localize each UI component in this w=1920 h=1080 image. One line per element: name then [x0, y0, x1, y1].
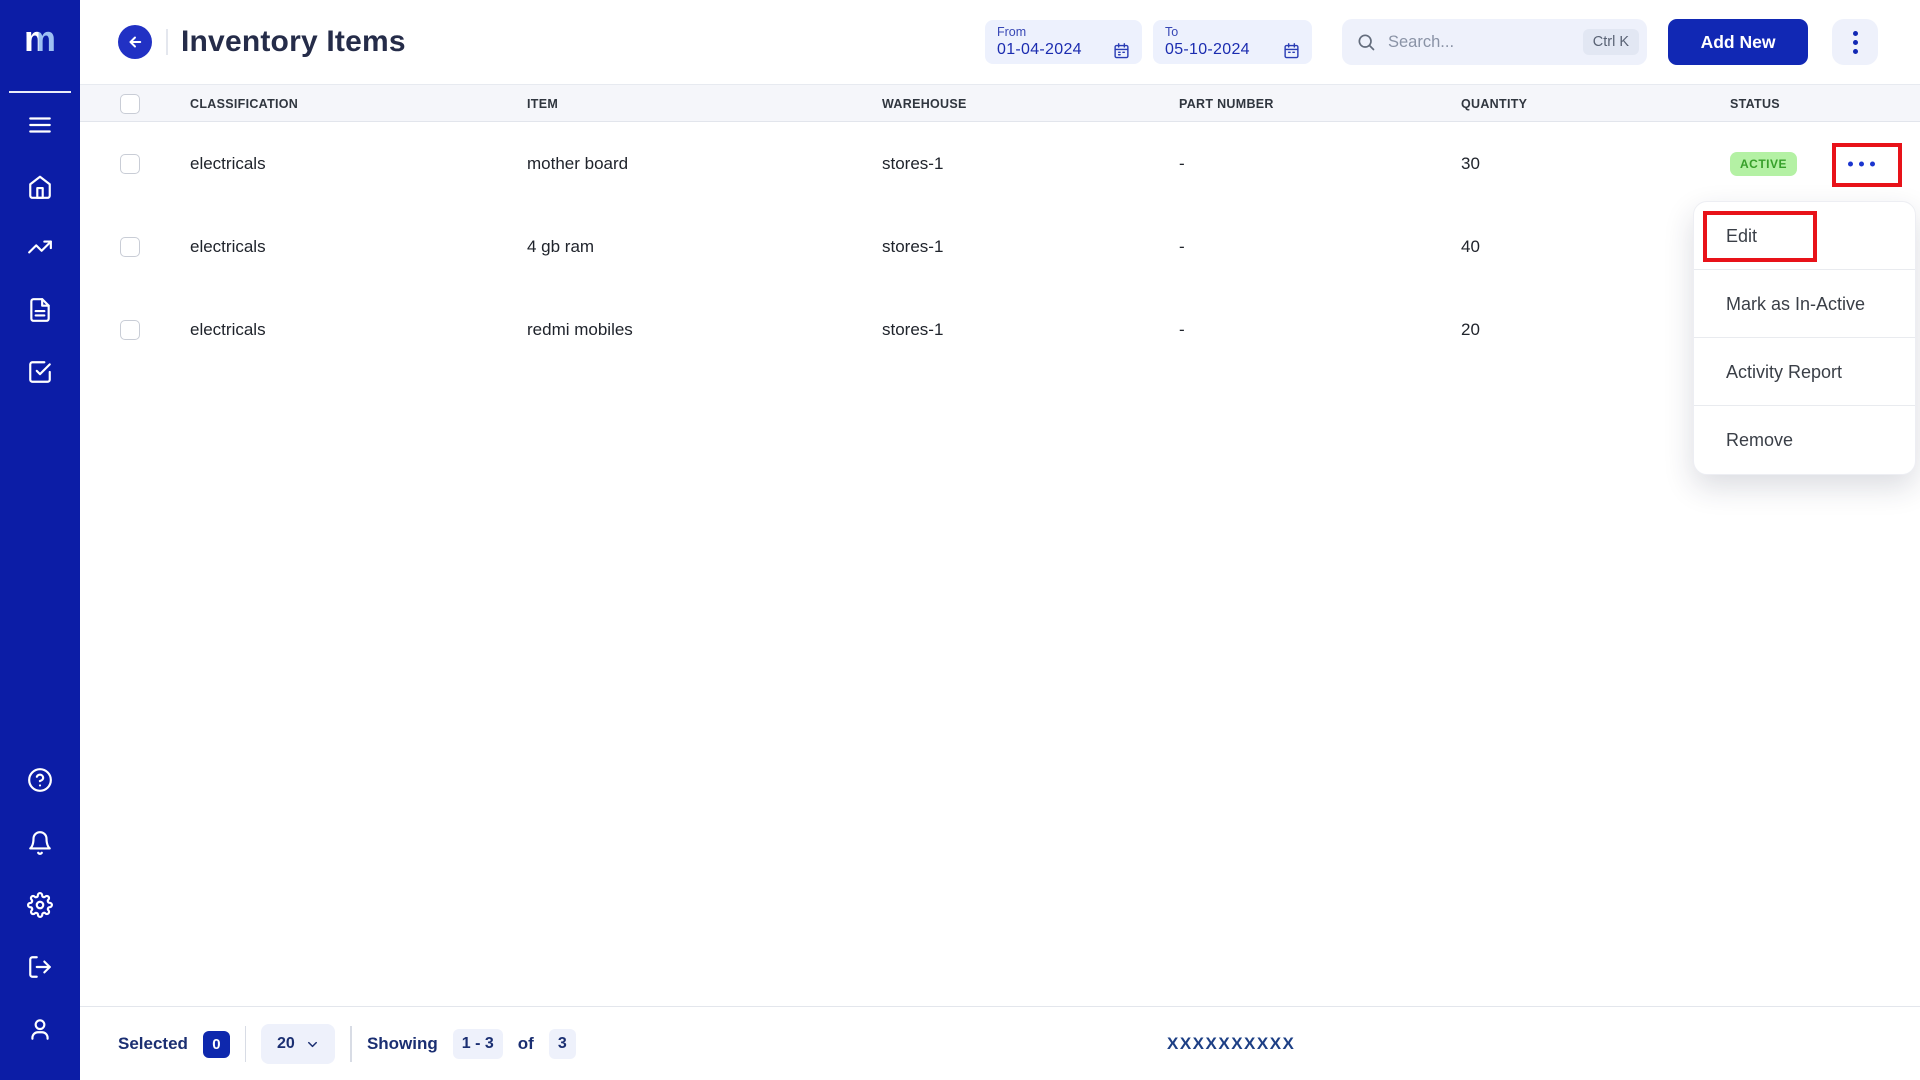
search-input[interactable] — [1386, 31, 1583, 53]
cell-part-number: - — [1179, 236, 1185, 256]
back-button[interactable] — [118, 25, 152, 59]
search-box: Ctrl K — [1342, 19, 1647, 65]
column-header-item[interactable]: ITEM — [527, 85, 558, 123]
app-logo[interactable]: m — [0, 18, 80, 60]
footer-watermark: XXXXXXXXXX — [1167, 1034, 1296, 1053]
menu-item-edit[interactable]: Edit — [1694, 202, 1915, 270]
row-actions-button[interactable] — [1840, 153, 1883, 174]
search-icon — [1358, 34, 1375, 51]
cell-classification: electricals — [190, 236, 266, 256]
help-icon[interactable] — [27, 767, 53, 793]
column-header-part-number[interactable]: PART NUMBER — [1179, 85, 1274, 123]
table-row: electricals redmi mobiles stores-1 - 20 — [80, 288, 1920, 371]
total-count-badge: 3 — [548, 1029, 576, 1059]
column-header-quantity[interactable]: QUANTITY — [1461, 85, 1527, 123]
home-icon[interactable] — [27, 174, 53, 200]
title-divider — [166, 29, 168, 55]
row-checkbox[interactable] — [120, 153, 140, 174]
calendar-icon — [1284, 42, 1299, 58]
sidebar-divider — [9, 91, 71, 93]
chevron-down-icon — [307, 1041, 317, 1047]
search-shortcut-badge: Ctrl K — [1582, 29, 1639, 55]
footer-divider — [244, 1026, 247, 1062]
sidebar: m — [0, 0, 80, 1080]
selected-label: Selected — [118, 1034, 188, 1053]
topbar: Inventory Items From 01-04-2024 To 05-10… — [80, 0, 1920, 84]
cell-item: redmi mobiles — [527, 319, 633, 339]
page-title: Inventory Items — [181, 25, 406, 58]
cell-item: mother board — [527, 153, 629, 173]
more-options-button[interactable] — [1832, 19, 1878, 65]
to-date-value: 05-10-2024 — [1165, 41, 1250, 58]
footer: Selected 0 20 Showing 1 - 3 of 3 XXXXXXX… — [80, 1006, 1920, 1080]
cell-warehouse: stores-1 — [882, 236, 944, 256]
menu-item-activity-report[interactable]: Activity Report — [1694, 338, 1915, 406]
row-context-menu: Edit Mark as In-Active Activity Report R… — [1693, 201, 1916, 475]
page-size-select[interactable]: 20 — [261, 1024, 336, 1064]
cell-part-number: - — [1179, 153, 1185, 173]
cell-quantity: 40 — [1461, 236, 1480, 256]
showing-label: Showing — [366, 1034, 438, 1053]
from-date-value: 01-04-2024 — [997, 41, 1082, 58]
row-checkbox[interactable] — [120, 236, 140, 257]
table-header: CLASSIFICATION ITEM WAREHOUSE PART NUMBE… — [80, 84, 1920, 122]
column-header-classification[interactable]: CLASSIFICATION — [190, 85, 298, 123]
cell-item: 4 gb ram — [527, 236, 595, 256]
column-header-warehouse[interactable]: WAREHOUSE — [882, 85, 967, 123]
from-label: From — [997, 25, 1027, 39]
cell-classification: electricals — [190, 319, 266, 339]
inventory-items-page: m Inventory Items From 01-04-2024 To 05-… — [0, 0, 1920, 1080]
select-all-checkbox[interactable] — [120, 94, 140, 114]
footer-divider — [350, 1026, 352, 1062]
date-filter-from[interactable]: From 01-04-2024 — [985, 20, 1142, 64]
column-header-status[interactable]: STATUS — [1730, 85, 1780, 123]
to-label: To — [1165, 25, 1179, 39]
cell-quantity: 20 — [1461, 319, 1480, 339]
cell-classification: electricals — [190, 153, 266, 173]
showing-range-badge: 1 - 3 — [452, 1029, 503, 1059]
gear-icon[interactable] — [27, 892, 53, 918]
table-row: electricals mother board stores-1 - 30 A… — [80, 122, 1920, 205]
status-badge: ACTIVE — [1730, 151, 1798, 176]
row-checkbox[interactable] — [120, 319, 140, 340]
add-new-button[interactable]: Add New — [1668, 19, 1808, 65]
menu-item-remove[interactable]: Remove — [1694, 406, 1915, 474]
bell-icon[interactable] — [27, 830, 53, 856]
cell-part-number: - — [1179, 319, 1185, 339]
date-filter-to[interactable]: To 05-10-2024 — [1153, 20, 1312, 64]
menu-item-mark-inactive[interactable]: Mark as In-Active — [1694, 270, 1915, 338]
trending-up-icon[interactable] — [27, 234, 53, 260]
document-icon[interactable] — [27, 297, 53, 323]
user-icon[interactable] — [27, 1016, 53, 1042]
cell-warehouse: stores-1 — [882, 319, 944, 339]
table-row: electricals 4 gb ram stores-1 - 40 — [80, 205, 1920, 288]
check-square-icon[interactable] — [27, 359, 53, 385]
of-label: of — [517, 1034, 534, 1053]
cell-quantity: 30 — [1461, 153, 1480, 173]
logout-icon[interactable] — [27, 954, 53, 980]
calendar-icon — [1114, 42, 1129, 58]
menu-icon[interactable] — [27, 112, 53, 138]
cell-warehouse: stores-1 — [882, 153, 944, 173]
selected-count-badge: 0 — [202, 1030, 230, 1058]
